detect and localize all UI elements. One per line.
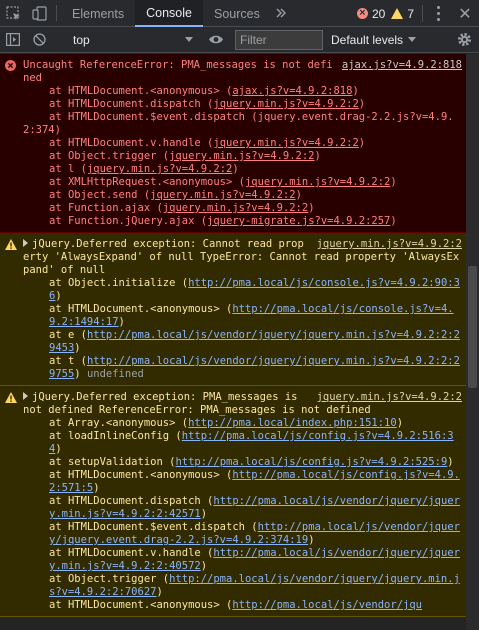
toolbar-divider bbox=[422, 5, 423, 22]
more-tabs-icon[interactable] bbox=[271, 0, 291, 26]
stack-frame-link[interactable]: jquery.min.js?v=4.9.2:2 bbox=[245, 176, 390, 188]
console-scrollbar[interactable] bbox=[466, 54, 479, 630]
stack-frame: at Function.jQuery.ajax (jquery-migrate.… bbox=[49, 215, 397, 227]
stack-frame: at HTMLDocument.$event.dispatch (http://… bbox=[49, 521, 460, 546]
customize-menu-icon[interactable] bbox=[425, 0, 451, 27]
inspect-element-icon[interactable] bbox=[0, 0, 26, 27]
expand-triangle-icon[interactable] bbox=[23, 239, 28, 247]
message-source-link[interactable]: jquery.min.js?v=4.9.2:2 bbox=[317, 391, 462, 404]
stack-frame: at e (http://pma.local/js/vendor/jquery/… bbox=[49, 329, 460, 354]
stack-frame-link[interactable]: jquery.min.js?v=4.9.2:2 bbox=[213, 98, 358, 110]
message-source-link[interactable]: ajax.js?v=4.9.2:818 bbox=[342, 59, 462, 72]
tab-console[interactable]: Console bbox=[135, 0, 203, 27]
console-warning-message: jquery.min.js?v=4.9.2:2 jQuery.Deferred … bbox=[0, 386, 466, 617]
context-selector-value: top bbox=[73, 32, 90, 47]
stack-frame: at HTMLDocument.$event.dispatch (jquery.… bbox=[23, 111, 454, 136]
stack-frame-link[interactable]: jquery.min.js?v=4.9.2:2 bbox=[213, 137, 358, 149]
live-expression-eye-icon[interactable] bbox=[201, 34, 231, 45]
stack-frame: at Object.trigger (http://pma.local/js/v… bbox=[49, 573, 460, 598]
console-messages[interactable]: ajax.js?v=4.9.2:818 Uncaught ReferenceEr… bbox=[0, 54, 466, 630]
stack-frame-link[interactable]: http://pma.local/js/config.js?v=4.9.2:52… bbox=[175, 456, 447, 468]
stack-frame: at loadInlineConfig (http://pma.local/js… bbox=[49, 430, 454, 455]
return-value: undefined bbox=[86, 368, 144, 380]
stack-frame: at l (jquery.min.js?v=4.9.2:2) bbox=[49, 163, 239, 175]
show-sidebar-icon[interactable] bbox=[0, 26, 26, 53]
expand-triangle-icon[interactable] bbox=[23, 392, 28, 400]
stack-frame: at HTMLDocument.<anonymous> (http://pma.… bbox=[49, 469, 460, 494]
warning-icon bbox=[391, 8, 404, 19]
stack-frame: at Object.send (jquery.min.js?v=4.9.2:2) bbox=[49, 189, 302, 201]
chevron-down-icon bbox=[408, 37, 417, 42]
warning-count: 7 bbox=[407, 6, 414, 21]
stack-frame: at HTMLDocument.<anonymous> (http://pma.… bbox=[49, 599, 422, 611]
tab-sources[interactable]: Sources bbox=[203, 0, 271, 27]
log-levels-label: Default levels bbox=[331, 32, 404, 47]
context-selector[interactable]: top bbox=[61, 33, 201, 47]
stack-frame-link[interactable]: http://pma.local/index.php:151:10 bbox=[188, 417, 397, 429]
stack-frame-link[interactable]: ajax.js?v=4.9.2:818 bbox=[232, 85, 352, 97]
console-warning-message: jquery.min.js?v=4.9.2:2 jQuery.Deferred … bbox=[0, 233, 466, 386]
stack-frame-link[interactable]: jquery.min.js?v=4.9.2:2 bbox=[87, 163, 232, 175]
error-icon: × bbox=[356, 8, 368, 19]
stack-frame: at setupValidation (http://pma.local/js/… bbox=[49, 456, 454, 468]
console-settings-gear-icon[interactable] bbox=[456, 31, 473, 52]
stack-frame: at Object.trigger (jquery.min.js?v=4.9.2… bbox=[49, 150, 321, 162]
warning-icon bbox=[5, 239, 17, 254]
stack-frame-link[interactable]: http://pma.local/js/vendor/jquery/jquery… bbox=[49, 329, 460, 354]
console-error-message: ajax.js?v=4.9.2:818 Uncaught ReferenceEr… bbox=[0, 54, 466, 233]
tab-elements[interactable]: Elements bbox=[61, 0, 135, 27]
close-devtools-icon[interactable]: ✕ bbox=[451, 0, 479, 27]
stack-frame: at XMLHttpRequest.<anonymous> (jquery.mi… bbox=[49, 176, 397, 188]
error-count-badge[interactable]: × 20 bbox=[356, 6, 386, 21]
stack-frame: at HTMLDocument.v.handle (jquery.min.js?… bbox=[49, 137, 366, 149]
console-toolbar: top Filter Default levels bbox=[0, 27, 479, 53]
stack-frame-link[interactable]: jquery.min.js?v=4.9.2:2 bbox=[150, 189, 295, 201]
log-levels-dropdown[interactable]: Default levels bbox=[331, 32, 417, 47]
stack-frame: at HTMLDocument.dispatch (http://pma.loc… bbox=[49, 495, 460, 520]
stack-frame: at Function.ajax (jquery.min.js?v=4.9.2:… bbox=[49, 202, 315, 214]
stack-frame: at Array.<anonymous> (http://pma.local/i… bbox=[49, 417, 404, 429]
stack-frame: at t (http://pma.local/js/vendor/jquery/… bbox=[49, 355, 460, 380]
toolbar-divider bbox=[56, 5, 57, 21]
error-count: 20 bbox=[371, 6, 386, 21]
chevron-down-icon bbox=[185, 37, 193, 42]
stack-frame-link[interactable]: jquery.min.js?v=4.9.2:2 bbox=[163, 202, 308, 214]
clear-console-icon[interactable] bbox=[26, 26, 52, 53]
devtools-tabbar: Elements Console Sources × 20 7 ✕ bbox=[0, 0, 479, 27]
stack-frame-link[interactable]: jquery.min.js?v=4.9.2:2 bbox=[169, 150, 314, 162]
error-icon bbox=[5, 60, 16, 75]
message-source-link[interactable]: jquery.min.js?v=4.9.2:2 bbox=[317, 238, 462, 251]
warning-count-badge[interactable]: 7 bbox=[391, 7, 414, 21]
stack-frame-link[interactable]: jquery-migrate.js?v=4.9.2:257 bbox=[207, 215, 390, 227]
stack-frame: at HTMLDocument.<anonymous> (ajax.js?v=4… bbox=[49, 85, 359, 97]
stack-frame: at Object.initialize (http://pma.local/j… bbox=[49, 277, 460, 302]
scrollbar-thumb[interactable] bbox=[468, 266, 477, 388]
stack-frame: at HTMLDocument.v.handle (http://pma.loc… bbox=[49, 547, 460, 572]
stack-frame: at HTMLDocument.<anonymous> (http://pma.… bbox=[49, 303, 454, 328]
stack-frame-link[interactable]: http://pma.local/js/vendor/jqu bbox=[232, 599, 422, 611]
stack-frame: at HTMLDocument.dispatch (jquery.min.js?… bbox=[49, 98, 366, 110]
filter-input[interactable]: Filter bbox=[235, 29, 323, 50]
warning-icon bbox=[5, 392, 17, 407]
device-toolbar-icon[interactable] bbox=[26, 0, 52, 27]
